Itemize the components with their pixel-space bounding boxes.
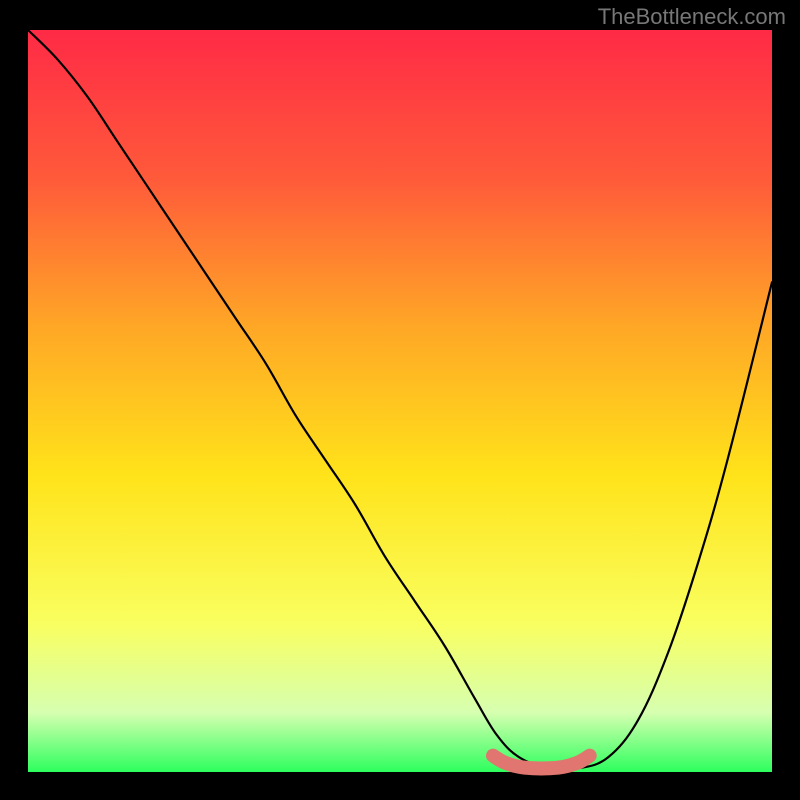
bottleneck-chart [0,0,800,800]
gradient-background [28,30,772,772]
chart-frame: TheBottleneck.com [0,0,800,800]
watermark-text: TheBottleneck.com [598,4,786,30]
